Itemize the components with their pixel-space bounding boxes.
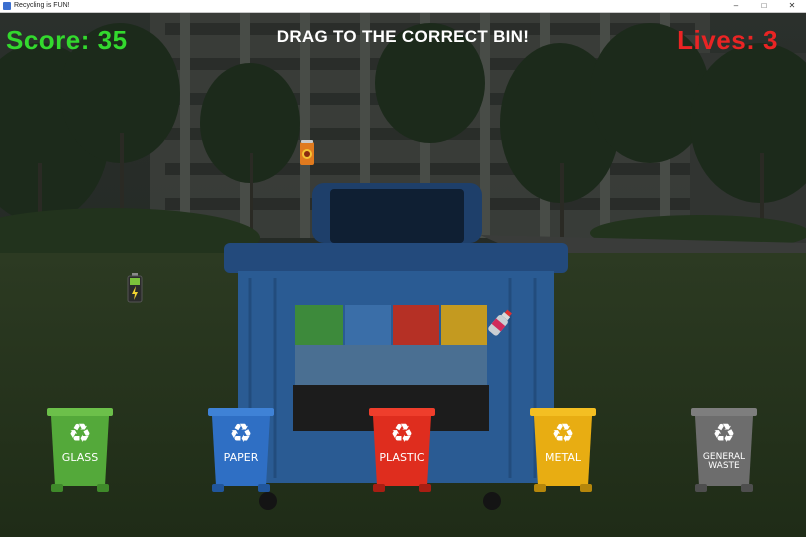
battery-item[interactable]	[127, 273, 143, 303]
svg-text:♻: ♻	[390, 419, 413, 449]
svg-text:♻: ♻	[68, 419, 91, 449]
plastic-bottle-item[interactable]	[486, 307, 514, 339]
bin-glass[interactable]: ♻ GLASS	[45, 406, 115, 494]
maximize-button[interactable]: □	[750, 0, 778, 12]
general-waste-bin-icon: ♻	[691, 408, 757, 492]
battery-icon	[127, 273, 143, 303]
bin-general-waste[interactable]: ♻ GENERAL WASTE	[689, 406, 759, 494]
lives-display: Lives: 3	[677, 25, 778, 55]
soda-can-icon	[300, 140, 314, 165]
svg-text:♻: ♻	[229, 419, 252, 449]
svg-text:♻: ♻	[551, 419, 574, 449]
plastic-bin-icon: ♻	[369, 408, 435, 492]
svg-text:♻: ♻	[712, 419, 735, 449]
drink-can-item[interactable]	[298, 139, 316, 167]
bin-paper-label: PAPER	[223, 451, 259, 464]
bin-general-label-line2: WASTE	[708, 461, 740, 471]
bin-metal[interactable]: ♻ METAL	[528, 406, 598, 494]
window-controls: – □ ✕	[722, 0, 806, 12]
bin-plastic[interactable]: ♻ PLASTIC	[367, 406, 437, 494]
bin-general-waste-label: GENERAL WASTE	[689, 453, 759, 471]
minimize-button[interactable]: –	[722, 0, 750, 12]
window-titlebar: Recycling is FUN! – □ ✕	[0, 0, 806, 13]
metal-bin-icon: ♻	[530, 408, 596, 492]
bottle-icon	[488, 309, 512, 336]
bin-glass-label: GLASS	[61, 451, 99, 464]
bin-plastic-label: PLASTIC	[379, 451, 425, 464]
close-button[interactable]: ✕	[778, 0, 806, 12]
paper-bin-icon: ♻	[208, 408, 274, 492]
app-icon	[3, 2, 11, 10]
bin-paper[interactable]: ♻ PAPER	[206, 406, 276, 494]
glass-bin-icon: ♻	[47, 408, 113, 492]
window-title: Recycling is FUN!	[14, 2, 70, 9]
bin-metal-label: METAL	[545, 451, 581, 464]
game-canvas: Score: 35 DRAG TO THE CORRECT BIN! Lives…	[0, 13, 806, 537]
